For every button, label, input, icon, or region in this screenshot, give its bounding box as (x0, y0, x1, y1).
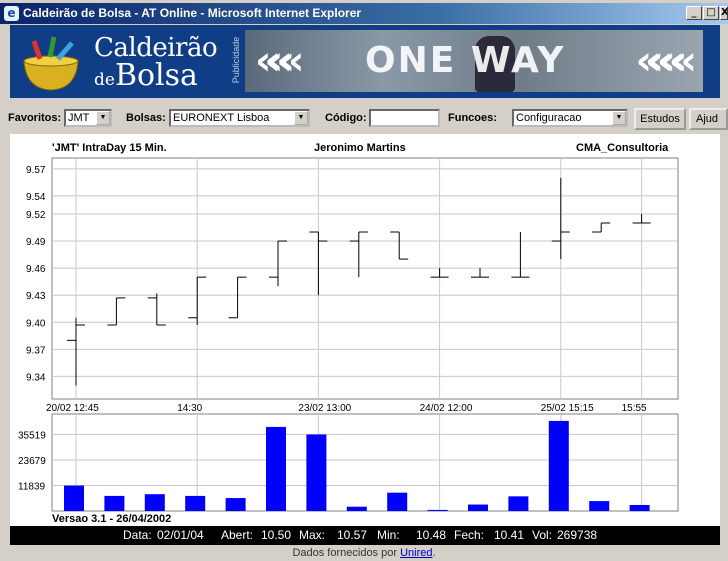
logo-text-bolsa: deBolsa (94, 58, 198, 93)
volume-bar (427, 509, 448, 511)
price-xtick-label: 14:30 (177, 403, 202, 414)
chart-title-source: CMA_Consultoria (576, 142, 669, 154)
funcoes-select[interactable]: Configuracao ▼ (512, 109, 628, 127)
price-ytick-label: 9.43 (26, 291, 46, 302)
chevron-down-icon: ▼ (294, 111, 308, 125)
volume-bar (589, 501, 610, 511)
version-text: Versao 3.1 - 26/04/2002 (52, 513, 171, 525)
price-ytick-label: 9.52 (26, 210, 46, 221)
price-xtick-label: 23/02 13:00 (298, 403, 351, 414)
volume-bar (185, 495, 206, 511)
chart-title-symbol: 'JMT' IntraDay 15 Min. (52, 142, 167, 154)
quote-info-bar: Data: 02/01/04 Abert: 10.50 Max: 10.57 M… (10, 526, 720, 545)
price-ytick-label: 9.57 (26, 165, 46, 176)
volume-bar (64, 485, 84, 511)
footer-suffix: . (432, 547, 436, 559)
volume-bar (144, 494, 165, 511)
title-bar[interactable]: e Caldeirão de Bolsa - AT Online - Micro… (0, 3, 728, 24)
chart-title-company: Jeronimo Martins (314, 142, 406, 154)
volume-bar (508, 496, 529, 511)
volume-bar (225, 498, 246, 511)
ad-text: ONE WAY (365, 40, 566, 81)
abert-label: Abert: (221, 528, 254, 542)
window-title: Caldeirão de Bolsa - AT Online - Microso… (23, 6, 362, 20)
favoritos-label: Favoritos: (8, 112, 62, 124)
data-value: 02/01/04 (157, 528, 204, 542)
ad-chevrons-right-icon: «««« (635, 38, 697, 84)
bolsas-label: Bolsas: (126, 112, 166, 124)
browser-window: e Caldeirão de Bolsa - AT Online - Micro… (0, 0, 728, 561)
logo-text-bolsa-word: Bolsa (114, 58, 198, 93)
vol-label: Vol: (532, 528, 553, 542)
price-ytick-label: 9.46 (26, 264, 46, 275)
price-xtick-label: 24/02 12:00 (420, 403, 473, 414)
abert-value: 10.50 (261, 528, 292, 542)
ad-chevrons-left-icon: ««« (255, 38, 304, 84)
price-ytick-label: 9.40 (26, 318, 46, 329)
volume-bar (629, 504, 650, 511)
volume-bar (266, 426, 286, 511)
funcoes-label: Funcoes: (448, 112, 497, 124)
volume-bar (387, 492, 408, 511)
site-banner: Caldeirão deBolsa Publicidade ««« ONE WA… (10, 25, 720, 98)
vol-value: 269738 (557, 528, 598, 542)
volume-bar (306, 434, 327, 511)
fech-value: 10.41 (494, 528, 525, 542)
price-xtick-label: 25/02 15:15 (541, 403, 594, 414)
chevron-down-icon: ▼ (612, 111, 626, 125)
chart-area[interactable]: 'JMT' IntraDay 15 Min. Jeronimo Martins CM… (10, 134, 720, 526)
volume-ytick-label: 23679 (18, 456, 46, 467)
close-button[interactable]: X (720, 6, 728, 20)
price-ytick-label: 9.37 (26, 345, 46, 356)
logo-text-de: de (94, 70, 115, 90)
price-plot-frame (51, 157, 679, 400)
chevron-down-icon: ▼ (96, 111, 110, 125)
footer-text: Dados fornecidos por (292, 547, 401, 559)
codigo-label: Código: (325, 112, 367, 124)
price-xtick-label: 15:55 (622, 403, 647, 414)
volume-bar (468, 504, 488, 511)
minimize-button[interactable]: _ (686, 6, 702, 20)
estudos-button[interactable]: Estudos (634, 108, 686, 130)
cauldron-logo-icon (23, 36, 79, 91)
favoritos-select[interactable]: JMT ▼ (64, 109, 112, 127)
bolsas-select[interactable]: EURONEXT Lisboa ▼ (169, 109, 310, 127)
min-label: Min: (377, 528, 400, 542)
price-ytick-label: 9.54 (26, 192, 46, 203)
volume-bar (346, 506, 367, 511)
volume-bar (548, 420, 569, 511)
min-value: 10.48 (416, 528, 447, 542)
volume-bar (104, 495, 125, 511)
unired-link[interactable]: Unired (400, 547, 432, 559)
advertisement-banner[interactable]: ««« ONE WAY «««« (245, 30, 703, 92)
maximize-button[interactable]: □ (703, 6, 719, 20)
price-ytick-label: 9.49 (26, 237, 46, 248)
max-label: Max: (299, 528, 326, 542)
toolbar: Favoritos: JMT ▼ Bolsas: EURONEXT Lisboa ▼… (0, 104, 728, 132)
ajuda-button[interactable]: Ajud (689, 108, 728, 130)
price-ytick-label: 9.34 (26, 372, 46, 383)
codigo-input[interactable] (369, 109, 440, 127)
price-xtick-label: 20/02 12:45 (46, 403, 99, 414)
data-label: Data: (123, 528, 152, 542)
volume-ytick-label: 11839 (18, 481, 46, 492)
max-value: 10.57 (337, 528, 368, 542)
ie-icon: e (4, 6, 19, 21)
fech-label: Fech: (454, 528, 485, 542)
chart-panel: 'JMT' IntraDay 15 Min. Jeronimo Martins CM… (10, 134, 720, 545)
publicidade-label: Publicidade (231, 36, 241, 84)
volume-ytick-label: 35519 (18, 430, 46, 441)
footer: Dados fornecidos por Unired. (0, 547, 728, 559)
